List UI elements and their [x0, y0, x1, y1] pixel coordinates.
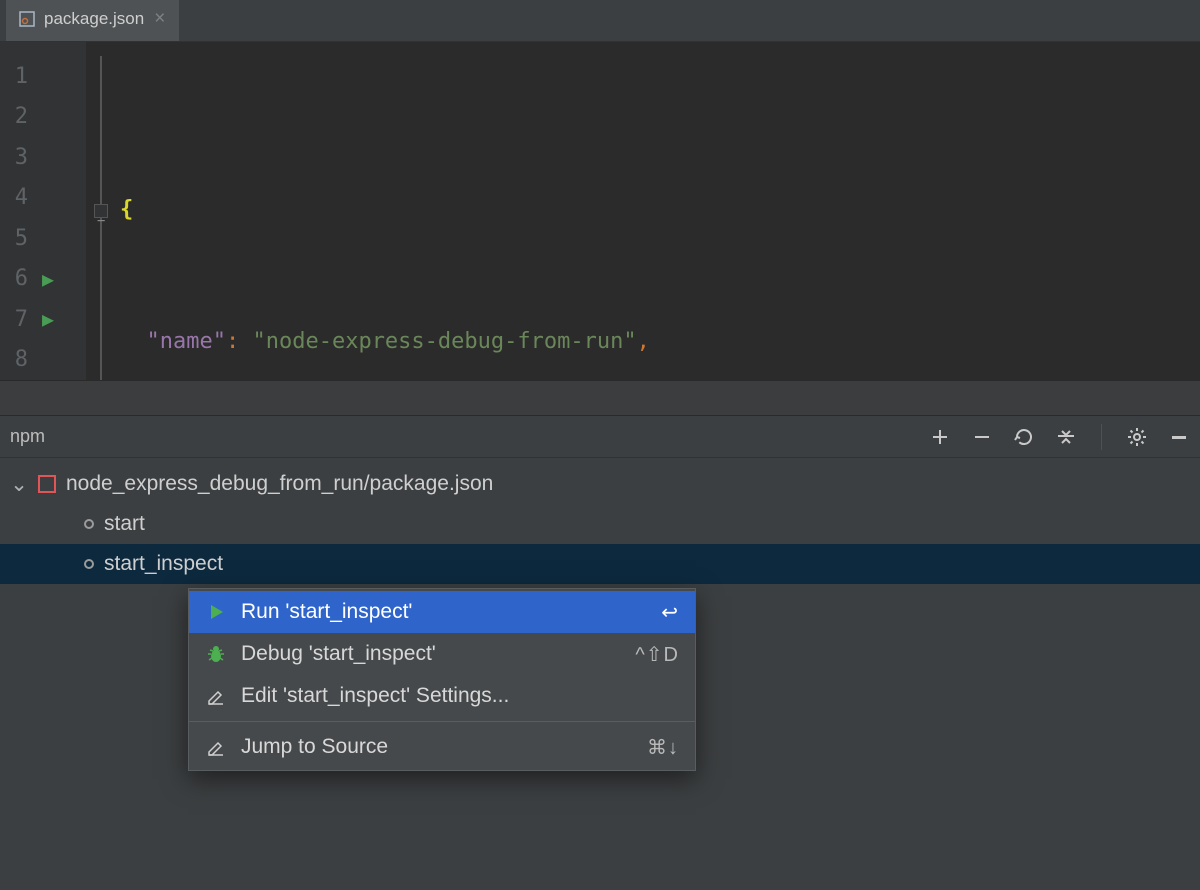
- editor-tabbar: package.json ×: [0, 0, 1200, 42]
- tool-window-title: npm: [10, 426, 45, 447]
- remove-icon[interactable]: [971, 426, 993, 448]
- add-icon[interactable]: [929, 426, 951, 448]
- editor-tab-title: package.json: [44, 9, 144, 29]
- bullet-icon: [84, 519, 94, 529]
- ide-window: package.json × 1 2 3 4 5 6 ▶ 7 ▶ 8 { "name…: [0, 0, 1200, 890]
- code-token: "node-express-debug-from-run": [252, 329, 636, 354]
- menu-item-shortcut: ^⇧D: [635, 642, 679, 667]
- line-number: 3: [8, 145, 28, 170]
- menu-item-shortcut: ↩: [661, 600, 679, 625]
- code-token: :: [226, 329, 239, 354]
- line-number: 6: [8, 266, 28, 291]
- context-menu: Run 'start_inspect' ↩ Debug 'start_inspe…: [188, 588, 696, 771]
- tool-window-header: npm: [0, 416, 1200, 458]
- code-token: {: [120, 197, 133, 222]
- menu-item-label: Debug 'start_inspect': [241, 642, 621, 666]
- separator: [1101, 424, 1102, 450]
- collapse-icon[interactable]: [1055, 426, 1077, 448]
- bug-icon: [205, 644, 227, 664]
- bullet-icon: [84, 559, 94, 569]
- line-number: 7: [8, 307, 28, 332]
- npm-tool-pane: ⌄ node_express_debug_from_run/package.js…: [0, 458, 1200, 890]
- line-number: 1: [8, 64, 28, 89]
- menu-separator: [189, 721, 695, 722]
- npm-script-item[interactable]: start_inspect: [0, 544, 1200, 584]
- code-area[interactable]: { "name": "node-express-debug-from-run",…: [86, 42, 1200, 380]
- line-number: 8: [8, 347, 28, 372]
- line-number: 4: [8, 185, 28, 210]
- edit-icon: [205, 738, 227, 756]
- menu-item-debug[interactable]: Debug 'start_inspect' ^⇧D: [189, 633, 695, 675]
- edit-icon: [205, 687, 227, 705]
- npm-script-item[interactable]: start: [0, 504, 1200, 544]
- code-editor[interactable]: 1 2 3 4 5 6 ▶ 7 ▶ 8 { "name": "node-expres…: [0, 42, 1200, 380]
- menu-item-label: Run 'start_inspect': [241, 600, 647, 624]
- close-icon[interactable]: ×: [152, 8, 167, 30]
- code-token: "name": [147, 329, 226, 354]
- editor-gutter: 1 2 3 4 5 6 ▶ 7 ▶ 8: [0, 42, 86, 380]
- chevron-down-icon[interactable]: ⌄: [10, 472, 28, 497]
- package-json-icon: [38, 475, 56, 493]
- pane-splitter[interactable]: [0, 380, 1200, 416]
- line-number: 2: [8, 104, 28, 129]
- menu-item-label: Jump to Source: [241, 735, 633, 759]
- menu-item-run[interactable]: Run 'start_inspect' ↩: [189, 591, 695, 633]
- menu-item-shortcut: ⌘↓: [647, 735, 679, 760]
- menu-item-jump[interactable]: Jump to Source ⌘↓: [189, 726, 695, 768]
- tool-window-actions: [929, 424, 1190, 450]
- code-token: ,: [637, 329, 650, 354]
- tree-root-label: node_express_debug_from_run/package.json: [66, 472, 493, 496]
- fold-toggle-icon[interactable]: [94, 204, 108, 218]
- hide-icon[interactable]: [1168, 426, 1190, 448]
- run-icon: [205, 603, 227, 621]
- npm-file-icon: [18, 10, 36, 28]
- menu-item-edit[interactable]: Edit 'start_inspect' Settings...: [189, 675, 695, 717]
- editor-tab[interactable]: package.json ×: [6, 0, 179, 41]
- run-gutter-icon[interactable]: ▶: [42, 267, 54, 291]
- npm-script-label: start: [104, 512, 145, 536]
- gear-icon[interactable]: [1126, 426, 1148, 448]
- refresh-icon[interactable]: [1013, 426, 1035, 448]
- npm-script-label: start_inspect: [104, 552, 223, 576]
- menu-item-label: Edit 'start_inspect' Settings...: [241, 684, 665, 708]
- line-number: 5: [8, 226, 28, 251]
- run-gutter-icon[interactable]: ▶: [42, 307, 54, 331]
- tree-root-row[interactable]: ⌄ node_express_debug_from_run/package.js…: [0, 464, 1200, 504]
